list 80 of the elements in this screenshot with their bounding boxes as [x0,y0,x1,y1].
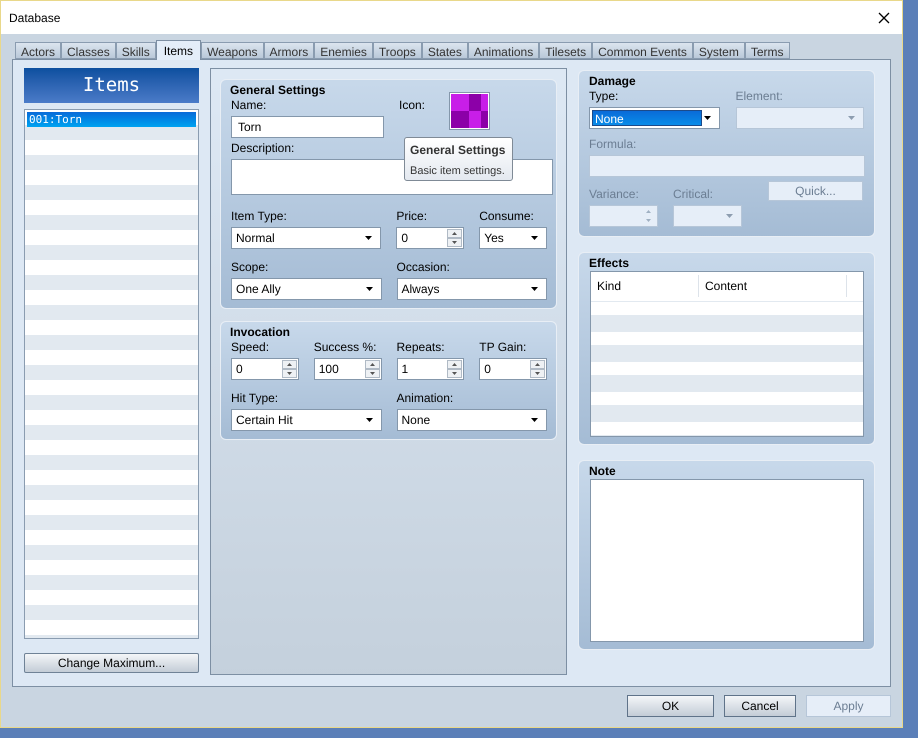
column-header[interactable]: Kind [591,275,699,297]
list-item[interactable]: 001:Torn [27,112,196,127]
field-label: Scope: [231,260,268,275]
caret-icon [366,418,372,422]
field-label: Formula: [589,137,636,152]
window-title: Database [9,10,60,26]
panel-title: Effects [589,255,630,271]
spinner-arrows-icon[interactable] [282,360,297,378]
field-label: Animation: [396,391,454,406]
dropdown[interactable]: Certain Hit [231,409,382,431]
field-label: Element: [736,89,783,104]
text-field[interactable]: Torn [231,116,384,138]
tab[interactable]: Weapons [201,42,264,59]
tab[interactable]: Skills [116,42,156,59]
dropdown[interactable]: None [589,107,720,129]
field-label: Item Type: [231,209,287,224]
field-label: Price: [396,209,428,224]
tab[interactable]: Tilesets [539,42,592,59]
field-label: Type: [589,89,618,104]
caret-icon [365,236,372,240]
tooltip-text: Basic item settings. [410,164,506,179]
dialog-button[interactable]: Cancel [724,695,796,717]
panel-title: Invocation [230,324,292,340]
change-maximum-button[interactable]: Change Maximum... [24,653,199,673]
checkered-item-icon[interactable] [449,92,490,130]
field-label: Description: [231,141,294,156]
spin-box[interactable]: 1 [396,358,464,380]
spin-box[interactable]: 0 [231,358,299,380]
field-label: Hit Type: [231,391,278,406]
spinner-arrows-icon[interactable] [447,229,462,247]
spin-box[interactable]: 100 [314,358,382,380]
spin-box[interactable]: 0 [396,227,464,249]
caret-icon [704,116,710,120]
dialog-button[interactable]: OK [627,695,714,717]
panel-title: General Settings [230,82,326,98]
caret-icon [366,287,372,291]
tab[interactable]: Items [156,40,202,60]
tab[interactable]: System [692,42,745,59]
dropdown[interactable]: None [396,409,547,431]
effects-table[interactable]: Kind Content [590,271,864,437]
caret-icon [531,418,538,422]
dropdown[interactable]: Always [396,278,547,300]
tab[interactable]: Actors [15,42,62,59]
tab[interactable]: Classes [61,42,116,59]
close-icon[interactable] [878,12,890,24]
tab[interactable]: States [422,42,468,59]
field-label: Speed: [231,340,270,355]
field-label: Icon: [399,98,426,113]
spin-box[interactable]: 0 [479,358,547,380]
caret-icon [848,116,855,120]
list-header: Items [24,68,199,103]
tooltip-title: General Settings [410,142,506,159]
column-header[interactable]: Content [699,275,847,297]
dropdown[interactable]: One Ally [231,278,382,300]
panel-title: Note [589,463,617,479]
field-label: Repeats: [396,340,445,355]
field-label: Consume: [479,209,534,224]
tab[interactable]: Animations [468,42,540,59]
caret-icon [531,236,538,240]
tab[interactable]: Enemies [314,42,373,59]
spinner-arrows-icon[interactable] [364,360,380,378]
field-label: TP Gain: [479,340,526,355]
dropdown[interactable]: Yes [479,227,547,249]
tab[interactable]: Common Events [592,42,693,59]
caret-icon [531,287,538,291]
spinner-arrows-icon[interactable] [447,360,462,378]
tab[interactable]: Troops [372,42,422,59]
field-label: Name: [231,98,266,113]
field-label: Occasion: [396,260,450,275]
dropdown[interactable]: Normal [231,227,382,249]
item-list[interactable]: 001:Torn [24,109,199,639]
field-label: Variance: [589,187,639,202]
spinner-arrows-icon[interactable] [530,360,545,378]
field-label: Success %: [314,340,376,355]
note-field[interactable] [590,479,864,642]
panel-title: Damage [589,73,637,89]
tab[interactable]: Armors [264,42,314,59]
field-label: Critical: [673,187,714,202]
tab[interactable]: Terms [744,42,790,59]
caret-icon [726,214,733,218]
